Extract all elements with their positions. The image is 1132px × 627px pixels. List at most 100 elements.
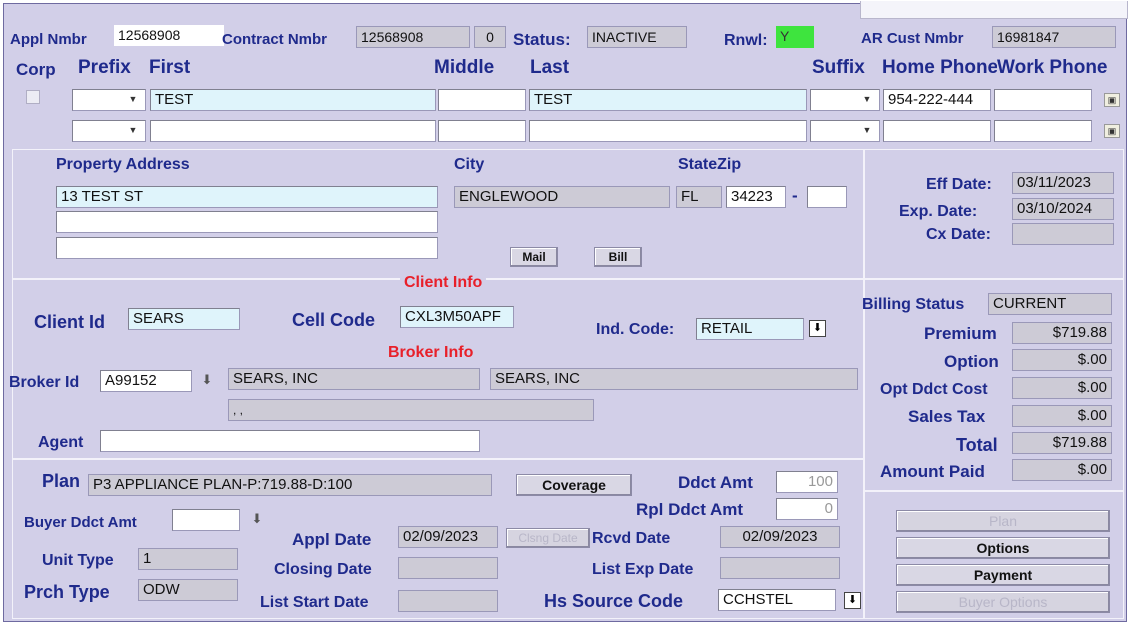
sales-tax-field: $.00: [1012, 405, 1112, 427]
ddct-amt-label: Ddct Amt: [678, 473, 753, 492]
prefix-column-header: Prefix: [78, 57, 131, 78]
first-name-field[interactable]: TEST: [150, 89, 436, 111]
middle-name-field[interactable]: [438, 120, 526, 142]
rnwl-field[interactable]: Y: [776, 26, 814, 48]
opt-ddct-cost-label: Opt Ddct Cost: [880, 381, 988, 398]
status-field: INACTIVE: [587, 26, 687, 48]
unit-type-label: Unit Type: [42, 552, 114, 569]
appl-date-label: Appl Date: [292, 530, 372, 549]
hs-source-dropdown-icon[interactable]: ⬇: [844, 592, 861, 609]
chevron-down-icon[interactable]: ▼: [126, 122, 140, 140]
buyer-ddct-amt-label: Buyer Ddct Amt: [24, 514, 137, 531]
agent-field[interactable]: [100, 430, 480, 452]
option-field: $.00: [1012, 349, 1112, 371]
options-button[interactable]: Options: [896, 537, 1110, 559]
last-name-field[interactable]: [529, 120, 807, 142]
mail-button[interactable]: Mail: [510, 247, 558, 267]
list-start-date-field: [398, 590, 498, 612]
window-tab-strip: [860, 1, 1128, 19]
ind-code-dropdown-icon[interactable]: ⬇: [809, 320, 826, 337]
address-line-2[interactable]: [56, 211, 438, 233]
client-id-field[interactable]: SEARS: [128, 308, 240, 330]
broker-id-field[interactable]: A99152: [100, 370, 192, 392]
cell-code-field[interactable]: CXL3M50APF: [400, 306, 514, 328]
address-line-1[interactable]: 13 TEST ST: [56, 186, 438, 208]
middle-column-header: Middle: [434, 57, 495, 78]
list-exp-date-label: List Exp Date: [592, 561, 694, 578]
ind-code-field[interactable]: RETAIL: [696, 318, 804, 340]
unit-type-field: 1: [138, 548, 238, 570]
city-field: ENGLEWOOD: [454, 186, 670, 208]
property-address-label: Property Address: [56, 156, 190, 173]
contract-nmbr-label: Contract Nmbr: [222, 31, 328, 48]
rpl-ddct-amt-label: Rpl Ddct Amt: [636, 500, 744, 519]
broker-address-field: , ,: [228, 399, 594, 421]
zip-separator: -: [792, 186, 798, 205]
opt-ddct-cost-field: $.00: [1012, 377, 1112, 399]
first-name-field[interactable]: [150, 120, 436, 142]
chevron-down-icon[interactable]: ▼: [126, 91, 140, 109]
buyer-options-button: Buyer Options: [896, 591, 1110, 613]
client-info-title: Client Info: [400, 274, 487, 292]
cx-date-label: Cx Date:: [926, 226, 991, 243]
policy-form: Appl Nmbr 12568908 Contract Nmbr 1256890…: [3, 1, 1128, 622]
state-field: FL: [676, 186, 722, 208]
home-phone-field[interactable]: 954-222-444: [883, 89, 991, 111]
closing-date-label: Closing Date: [274, 561, 372, 578]
corp-column-header: Corp: [16, 60, 56, 79]
zip-field[interactable]: 34223: [726, 186, 786, 208]
eff-date-label: Eff Date:: [926, 176, 992, 193]
first-column-header: First: [149, 57, 191, 78]
last-name-field[interactable]: TEST: [529, 89, 807, 111]
work-phone-field[interactable]: [994, 89, 1092, 111]
broker-info-title: Broker Info: [388, 344, 474, 361]
appl-nmbr-field[interactable]: 12568908: [114, 25, 224, 46]
total-label: Total: [956, 435, 998, 455]
suffix-column-header: Suffix: [812, 57, 865, 78]
prch-type-label: Prch Type: [24, 582, 110, 602]
address-line-3[interactable]: [56, 237, 438, 259]
phone-note-icon[interactable]: ▣: [1104, 93, 1120, 107]
premium-label: Premium: [924, 324, 997, 343]
plan-button: Plan: [896, 510, 1110, 532]
chevron-down-icon[interactable]: ▼: [860, 122, 874, 140]
billing-status-label: Billing Status: [862, 296, 965, 313]
bill-button[interactable]: Bill: [594, 247, 642, 267]
clsng-date-button: Clsng Date: [506, 528, 590, 548]
buyer-ddct-lookup-icon[interactable]: ⬇: [250, 511, 264, 529]
ind-code-label: Ind. Code:: [596, 321, 675, 338]
eff-date-field: 03/11/2023: [1012, 172, 1114, 194]
hs-source-code-label: Hs Source Code: [544, 591, 684, 611]
premium-field: $719.88: [1012, 322, 1112, 344]
work-phone-field[interactable]: [994, 120, 1092, 142]
ar-cust-nmbr-label: AR Cust Nmbr: [861, 30, 964, 47]
payment-button[interactable]: Payment: [896, 564, 1110, 586]
home-phone-field[interactable]: [883, 120, 991, 142]
plan-field: P3 APPLIANCE PLAN-P:719.88-D:100: [88, 474, 492, 496]
chevron-down-icon[interactable]: ▼: [860, 91, 874, 109]
ddct-amt-field[interactable]: 100: [776, 471, 838, 493]
corp-checkbox[interactable]: [26, 90, 40, 104]
coverage-button[interactable]: Coverage: [516, 474, 632, 496]
buyer-ddct-amt-field[interactable]: [172, 509, 240, 531]
rpl-ddct-amt-field[interactable]: 0: [776, 498, 838, 520]
amount-paid-field: $.00: [1012, 459, 1112, 481]
billing-status-field: CURRENT: [988, 293, 1112, 315]
rnwl-label: Rnwl:: [724, 32, 768, 49]
middle-name-field[interactable]: [438, 89, 526, 111]
broker-lookup-icon[interactable]: ⬇: [200, 372, 214, 390]
hs-source-code-field[interactable]: CCHSTEL: [718, 589, 836, 611]
contract-seq-field: 0: [474, 26, 506, 48]
phone-note-icon[interactable]: ▣: [1104, 124, 1120, 138]
zip-ext-field[interactable]: [807, 186, 847, 208]
client-id-label: Client Id: [34, 312, 105, 332]
total-field: $719.88: [1012, 432, 1112, 454]
contract-nmbr-field: 12568908: [356, 26, 470, 48]
city-label: City: [454, 156, 485, 173]
option-label: Option: [944, 352, 999, 371]
closing-date-field: [398, 557, 498, 579]
amount-paid-label: Amount Paid: [880, 462, 985, 481]
agent-label: Agent: [38, 434, 84, 451]
sales-tax-label: Sales Tax: [908, 407, 986, 426]
rcvd-date-label: Rcvd Date: [592, 530, 671, 547]
